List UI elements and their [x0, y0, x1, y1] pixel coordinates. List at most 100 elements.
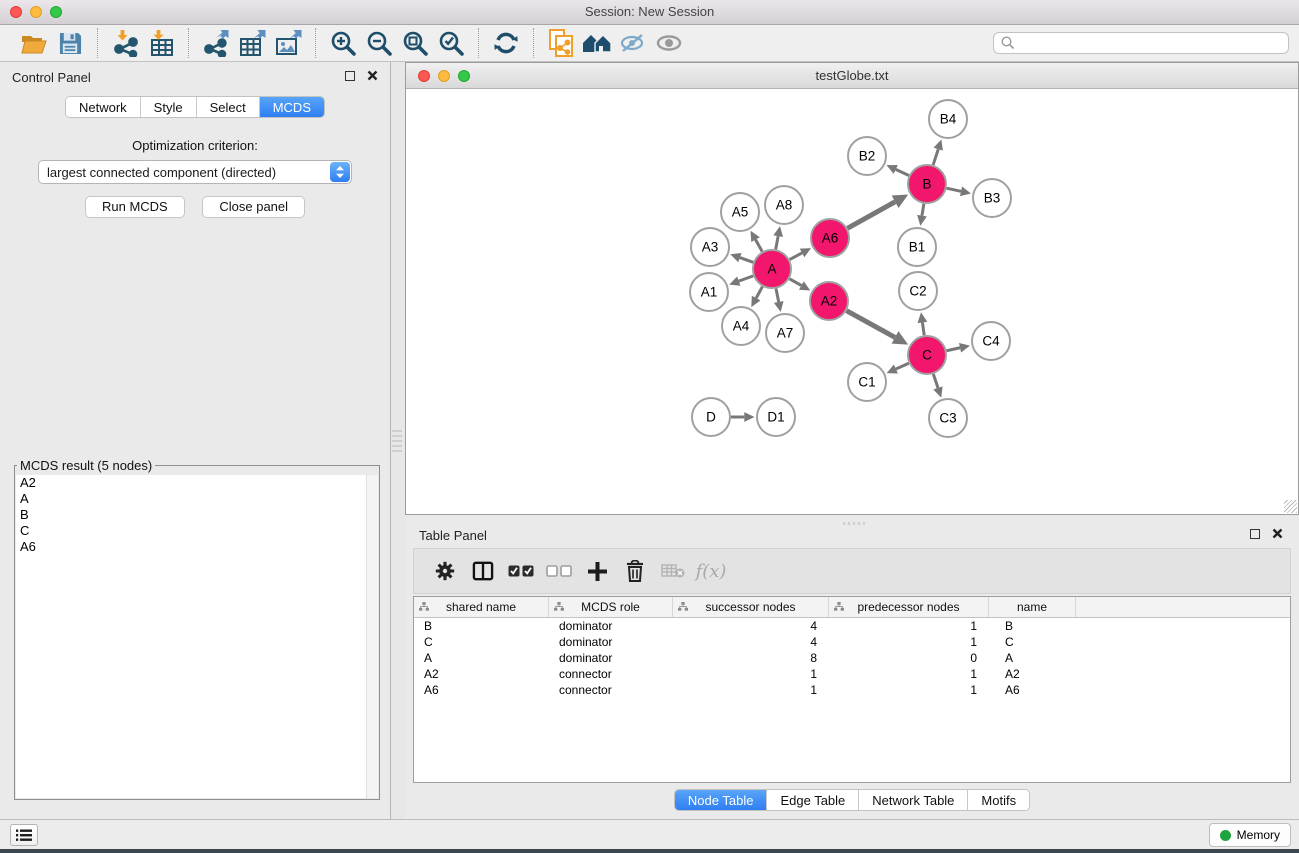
list-item[interactable]: A2: [16, 475, 366, 491]
apply-function-button[interactable]: f(x): [692, 554, 730, 588]
table-settings-button[interactable]: [426, 554, 464, 588]
graph-edge[interactable]: [847, 311, 896, 338]
float-panel-icon[interactable]: [345, 71, 355, 81]
tab-node-table[interactable]: Node Table: [675, 790, 768, 810]
close-panel-button[interactable]: Close panel: [202, 196, 305, 218]
graph-edge-arrowhead: [959, 343, 970, 353]
deselect-all-button[interactable]: [540, 554, 578, 588]
graph-edge[interactable]: [922, 322, 924, 335]
desktop-background: [0, 849, 1299, 853]
network-canvas[interactable]: AA1A2A3A4A5A6A7A8BB1B2B3B4CC1C2C3C4DD1: [406, 89, 1298, 514]
import-table-button[interactable]: [143, 28, 179, 58]
search-field[interactable]: [993, 32, 1289, 54]
tab-mcds[interactable]: MCDS: [260, 97, 324, 117]
open-session-button[interactable]: [16, 28, 52, 58]
export-table-button[interactable]: [234, 28, 270, 58]
memory-button[interactable]: Memory: [1209, 823, 1291, 847]
export-network-button[interactable]: [198, 28, 234, 58]
list-item[interactable]: A: [16, 491, 366, 507]
graph-edge-arrowhead: [729, 277, 740, 286]
graph-edge[interactable]: [947, 348, 960, 351]
close-panel-icon[interactable]: [367, 70, 378, 81]
tab-network[interactable]: Network: [66, 97, 141, 117]
graph-edge[interactable]: [756, 287, 762, 299]
network-files-button[interactable]: [543, 28, 579, 58]
graph-edge-arrowhead: [917, 215, 927, 226]
graph-edge[interactable]: [739, 276, 753, 281]
table-cell: connector: [549, 666, 673, 682]
graph-edge[interactable]: [776, 289, 779, 302]
table-cell: A6: [414, 682, 549, 698]
network-window-titlebar[interactable]: testGlobe.txt: [406, 63, 1298, 89]
tab-edge-table[interactable]: Edge Table: [767, 790, 859, 810]
graph-edge[interactable]: [947, 188, 961, 191]
status-bar: Memory: [0, 819, 1299, 849]
graph-node-label: D: [706, 410, 716, 425]
add-column-button[interactable]: [578, 554, 616, 588]
tab-motifs[interactable]: Motifs: [968, 790, 1029, 810]
open-session-icon: [21, 33, 47, 54]
toolbar-separator: [478, 28, 479, 58]
show-details-button[interactable]: [651, 28, 687, 58]
zoom-fit-button[interactable]: [397, 28, 433, 58]
graph-edge[interactable]: [896, 363, 909, 369]
list-item[interactable]: A6: [16, 539, 366, 555]
task-history-button[interactable]: [10, 824, 38, 846]
tab-select[interactable]: Select: [197, 97, 260, 117]
zoom-in-button[interactable]: [325, 28, 361, 58]
close-panel-icon[interactable]: [1272, 528, 1283, 539]
column-header-label: successor nodes: [705, 600, 795, 614]
zoom-selected-button[interactable]: [433, 28, 469, 58]
search-input[interactable]: [1016, 36, 1288, 50]
table-cell: 1: [829, 682, 989, 698]
window-title: Session: New Session: [0, 4, 1299, 19]
table-cell: 0: [829, 650, 989, 666]
graph-edge[interactable]: [790, 253, 802, 260]
graph-edge[interactable]: [847, 202, 895, 229]
column-header[interactable]: shared name: [414, 597, 549, 618]
delete-table-button[interactable]: [654, 554, 692, 588]
refresh-button[interactable]: [488, 28, 524, 58]
panel-splitter-vertical[interactable]: [391, 62, 405, 819]
graph-node-label: B: [922, 177, 931, 192]
list-item[interactable]: C: [16, 523, 366, 539]
save-session-button[interactable]: [52, 28, 88, 58]
graph-edge[interactable]: [776, 236, 778, 249]
graph-edge[interactable]: [756, 240, 763, 252]
table-cell: connector: [549, 682, 673, 698]
list-item[interactable]: B: [16, 507, 366, 523]
home-button[interactable]: [579, 28, 615, 58]
float-panel-icon[interactable]: [1250, 529, 1260, 539]
table-cell: 1: [829, 634, 989, 650]
result-list-scrollbar[interactable]: [366, 475, 378, 798]
table-cell-filler: [1076, 666, 1290, 682]
graph-node-label: A1: [701, 285, 718, 300]
split-panel-button[interactable]: [464, 554, 502, 588]
column-header[interactable]: predecessor nodes: [829, 597, 989, 618]
graph-edge[interactable]: [740, 258, 753, 263]
column-header[interactable]: MCDS role: [549, 597, 673, 618]
column-header-filler: [1076, 597, 1290, 618]
toolbar-separator: [533, 28, 534, 58]
export-image-button[interactable]: [270, 28, 306, 58]
column-header-label: name: [1017, 600, 1047, 614]
zoom-out-button[interactable]: [361, 28, 397, 58]
import-network-button[interactable]: [107, 28, 143, 58]
graph-edge[interactable]: [922, 204, 924, 216]
column-header[interactable]: successor nodes: [673, 597, 829, 618]
graph-edge[interactable]: [896, 169, 909, 175]
graph-edge[interactable]: [933, 374, 938, 388]
select-all-button[interactable]: [502, 554, 540, 588]
run-mcds-button[interactable]: Run MCDS: [85, 196, 185, 218]
tab-network-table[interactable]: Network Table: [859, 790, 968, 810]
column-header[interactable]: name: [989, 597, 1076, 618]
table-cell: 1: [829, 666, 989, 682]
resize-grip[interactable]: [1284, 500, 1297, 513]
hide-details-button[interactable]: [615, 28, 651, 58]
graph-edge[interactable]: [789, 279, 801, 286]
tab-style[interactable]: Style: [141, 97, 197, 117]
graph-edge[interactable]: [933, 149, 938, 165]
optimization-criterion-select[interactable]: largest connected component (directed): [38, 160, 352, 184]
column-header-label: shared name: [446, 600, 516, 614]
delete-column-button[interactable]: [616, 554, 654, 588]
